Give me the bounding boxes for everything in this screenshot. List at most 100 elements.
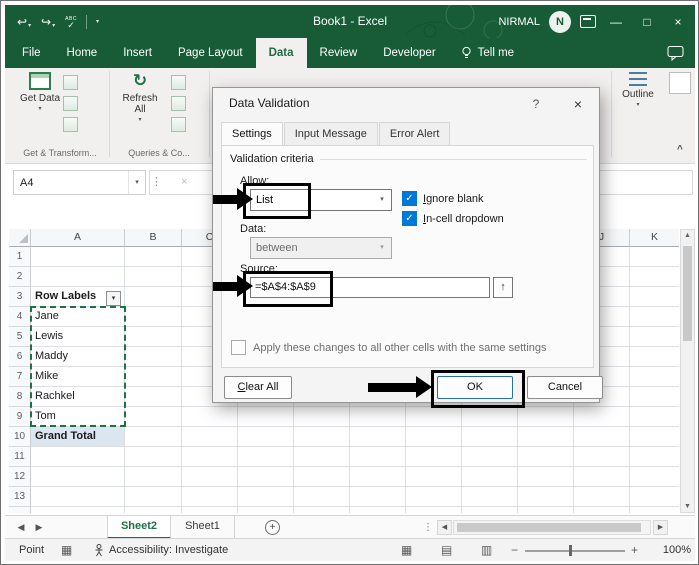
tab-sheet1[interactable]: Sheet1 <box>171 516 235 539</box>
row-header[interactable]: 13 <box>9 487 31 507</box>
row-header[interactable]: 8 <box>9 387 31 407</box>
cell-b5[interactable] <box>125 327 182 347</box>
tell-me-button[interactable]: Tell me <box>449 38 526 68</box>
collapse-ribbon-icon[interactable]: ^ <box>677 144 683 155</box>
row-header[interactable]: 3 <box>9 287 31 307</box>
dialog-close-button[interactable]: × <box>565 94 591 114</box>
vertical-scrollbar[interactable]: ▲ ▼ <box>680 229 695 513</box>
cancel-button[interactable]: Cancel <box>527 376 603 399</box>
hscroll-right-icon[interactable]: ▶ <box>653 520 668 535</box>
tab-insert[interactable]: Insert <box>110 38 165 68</box>
undo-button[interactable]: ↩▾ <box>13 15 35 29</box>
refresh-mini-icon-1[interactable] <box>171 75 186 90</box>
tab-developer[interactable]: Developer <box>370 38 448 68</box>
cell-b7[interactable] <box>125 367 182 387</box>
tab-review[interactable]: Review <box>307 38 371 68</box>
view-page-layout-icon[interactable]: ▤ <box>441 539 452 561</box>
get-data-mini-icon-2[interactable] <box>63 96 78 111</box>
cell-a11[interactable] <box>31 447 125 467</box>
close-button[interactable]: × <box>667 15 689 29</box>
ribbon-display-options-icon[interactable] <box>580 15 596 28</box>
refresh-mini-icon-2[interactable] <box>171 96 186 111</box>
name-box-dropdown-icon[interactable]: ▾ <box>128 171 145 194</box>
zoom-slider-thumb[interactable] <box>569 545 572 556</box>
zoom-out-button[interactable]: − <box>511 539 518 561</box>
accessibility-status[interactable]: Accessibility: Investigate <box>109 539 228 561</box>
cell-b1[interactable] <box>125 247 182 267</box>
view-page-break-icon[interactable]: ▥ <box>481 539 492 561</box>
sheet-nav-right-icon[interactable]: ▶ <box>31 516 47 539</box>
spelling-icon[interactable]: ABC✓ <box>61 16 81 28</box>
cells-filler[interactable] <box>182 487 679 507</box>
refresh-all-button[interactable]: ↻ Refresh All ▾ <box>117 72 163 123</box>
view-normal-icon[interactable]: ▦ <box>401 539 412 561</box>
horizontal-scrollbar-thumb[interactable] <box>457 523 641 532</box>
maximize-button[interactable]: □ <box>636 15 658 29</box>
cells-filler[interactable] <box>182 427 679 447</box>
cells-filler[interactable] <box>182 467 679 487</box>
sheet-nav-left-icon[interactable]: ◀ <box>13 516 29 539</box>
horizontal-scrollbar[interactable] <box>453 520 651 535</box>
row-header[interactable]: 9 <box>9 407 31 427</box>
select-all-button[interactable] <box>9 229 31 247</box>
pivot-filter-dropdown-button[interactable]: ▾ <box>106 291 121 306</box>
avatar[interactable]: N <box>549 11 571 33</box>
scroll-up-icon[interactable]: ▲ <box>681 232 694 239</box>
refresh-mini-icon-3[interactable] <box>171 117 186 132</box>
cell-b2[interactable] <box>125 267 182 287</box>
row-header[interactable]: 1 <box>9 247 31 267</box>
get-data-button[interactable]: Get Data ▾ <box>17 72 63 112</box>
minimize-button[interactable]: — <box>605 15 627 29</box>
tab-settings[interactable]: Settings <box>221 122 283 147</box>
row-header[interactable]: 7 <box>9 367 31 387</box>
row-header[interactable]: 12 <box>9 467 31 487</box>
tab-data[interactable]: Data <box>256 38 307 68</box>
zoom-in-button[interactable]: + <box>631 539 638 561</box>
get-data-mini-icon-1[interactable] <box>63 75 78 90</box>
cell-a10[interactable]: Grand Total <box>31 427 125 447</box>
cell-a2[interactable] <box>31 267 125 287</box>
scroll-down-icon[interactable]: ▼ <box>681 503 694 510</box>
chevron-down-icon[interactable]: ▾ <box>374 191 390 209</box>
cells-filler[interactable] <box>182 447 679 467</box>
cell-b11[interactable] <box>125 447 182 467</box>
zoom-slider-track[interactable] <box>525 550 625 552</box>
zoom-level[interactable]: 100% <box>653 539 691 561</box>
ignore-blank-checkbox[interactable]: ✓ Ignore blank <box>402 191 484 206</box>
get-data-mini-icon-3[interactable] <box>63 117 78 132</box>
cell-b3[interactable] <box>125 287 182 307</box>
tab-input-message[interactable]: Input Message <box>284 122 378 146</box>
cell-a12[interactable] <box>31 467 125 487</box>
cell-b4[interactable] <box>125 307 182 327</box>
tab-file[interactable]: File <box>9 38 54 68</box>
outline-button[interactable]: Outline ▾ <box>615 72 661 108</box>
name-box[interactable]: A4 ▾ <box>13 170 146 195</box>
col-header-k[interactable]: K <box>630 229 679 247</box>
tab-home[interactable]: Home <box>54 38 111 68</box>
clear-all-button[interactable]: Clear All <box>224 376 292 399</box>
cell-b6[interactable] <box>125 347 182 367</box>
tab-page-layout[interactable]: Page Layout <box>165 38 256 68</box>
col-header-a[interactable]: A <box>31 229 125 247</box>
row-header[interactable]: 11 <box>9 447 31 467</box>
collapse-dialog-button[interactable]: ↑ <box>493 277 513 298</box>
cell-b13[interactable] <box>125 487 182 507</box>
cell-b10[interactable] <box>125 427 182 447</box>
row-header[interactable]: 5 <box>9 327 31 347</box>
col-header-b[interactable]: B <box>125 229 182 247</box>
cell-b8[interactable] <box>125 387 182 407</box>
tab-error-alert[interactable]: Error Alert <box>379 122 451 146</box>
in-cell-dropdown-checkbox[interactable]: ✓ In-cell dropdown <box>402 211 504 226</box>
cell-a1[interactable] <box>31 247 125 267</box>
row-header[interactable]: 10 <box>9 427 31 447</box>
outline-group-icon[interactable] <box>669 72 691 94</box>
comment-icon[interactable] <box>667 45 685 61</box>
row-header[interactable]: 4 <box>9 307 31 327</box>
macro-record-icon[interactable]: ▦ <box>61 539 72 561</box>
cell-a13[interactable] <box>31 487 125 507</box>
row-header[interactable]: 2 <box>9 267 31 287</box>
cell-b9[interactable] <box>125 407 182 427</box>
cell-b12[interactable] <box>125 467 182 487</box>
redo-button[interactable]: ↪▾ <box>37 15 59 29</box>
cells-filler[interactable] <box>182 407 679 427</box>
